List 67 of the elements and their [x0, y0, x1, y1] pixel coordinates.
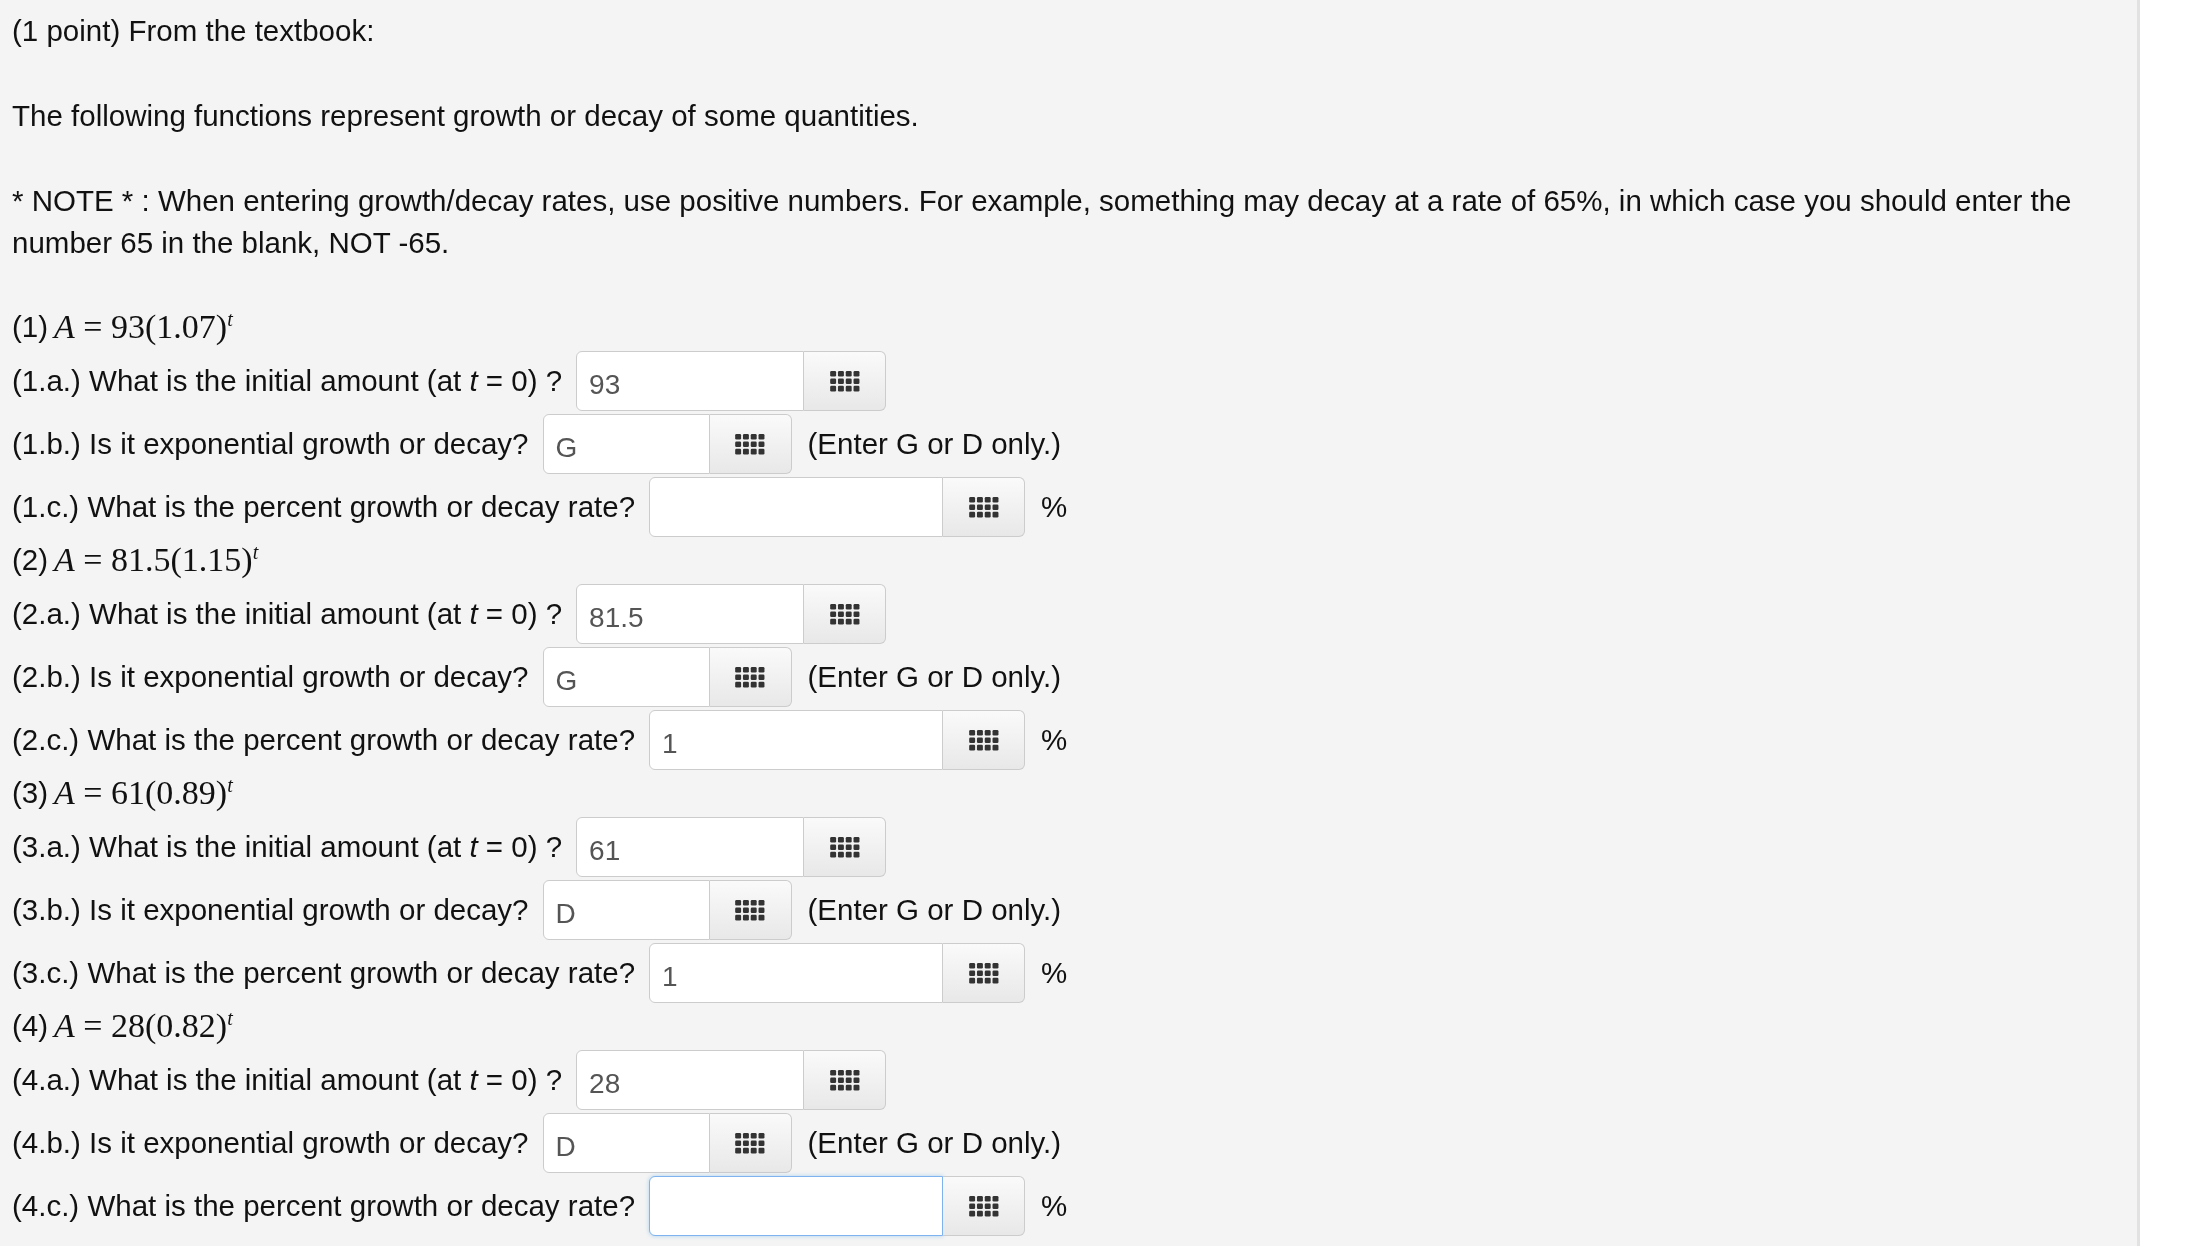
answer-hint: % — [1041, 1189, 1068, 1223]
equation-editor-button[interactable] — [943, 710, 1026, 770]
formula: A = 93(1.07)$^{t}$ — [54, 307, 233, 347]
equation-editor-button[interactable] — [804, 1050, 887, 1110]
grid-icon — [968, 1195, 999, 1217]
question-text: (4.a.) What is the initial amount (at t = 0) ? — [12, 1063, 563, 1097]
formula: A = 28(0.82)$^{t}$ — [54, 1006, 233, 1046]
grid-icon — [829, 370, 860, 392]
answer-field[interactable]: 28 — [576, 1050, 805, 1110]
grid-icon — [735, 666, 766, 688]
grid-icon — [968, 496, 999, 518]
answer-field[interactable]: 93 — [576, 351, 805, 411]
problem-number: (2) — [12, 543, 49, 577]
equation-editor-button[interactable] — [943, 1176, 1026, 1236]
grid-icon — [829, 1069, 860, 1091]
equation-editor-button[interactable] — [943, 477, 1026, 537]
grid-icon — [829, 603, 860, 625]
answer-hint: % — [1041, 490, 1068, 524]
answer-field[interactable]: G — [542, 414, 710, 474]
grid-icon — [829, 836, 860, 858]
answer-field[interactable]: 61 — [576, 817, 805, 877]
grid-icon — [735, 899, 766, 921]
answer-field[interactable]: 1 — [649, 710, 944, 770]
question-text: (3.a.) What is the initial amount (at t = 0) ? — [12, 830, 563, 864]
equation-editor-button[interactable] — [709, 647, 792, 707]
question-text: (4.c.) What is the percent growth or decay rate? — [12, 1189, 636, 1223]
answer-field[interactable]: D — [542, 880, 710, 940]
equation-editor-button[interactable] — [804, 817, 887, 877]
question-text: (2.c.) What is the percent growth or decay rate? — [12, 723, 636, 757]
question-text: (1.b.) Is it exponential growth or decay? — [12, 427, 529, 461]
grid-icon — [968, 962, 999, 984]
question-text: (1.a.) What is the initial amount (at t = 0) ? — [12, 364, 563, 398]
answer-hint: (Enter G or D only.) — [807, 1126, 1062, 1160]
answer-field[interactable]: 81.5 — [576, 584, 805, 644]
equation-editor-button[interactable] — [709, 1113, 792, 1173]
answer-hint: % — [1041, 956, 1068, 990]
problem-number: (3) — [12, 776, 49, 810]
grid-icon — [735, 1132, 766, 1154]
problem-heading: (1 point) From the textbook: — [12, 13, 376, 49]
grid-icon — [968, 729, 999, 751]
equation-editor-button[interactable] — [804, 584, 887, 644]
question-text: (2.a.) What is the initial amount (at t = 0) ? — [12, 597, 563, 631]
answer-field[interactable] — [649, 1176, 944, 1236]
answer-field[interactable]: D — [542, 1113, 710, 1173]
formula: A = 81.5(1.15)$^{t}$ — [54, 540, 259, 580]
question-text: (3.b.) Is it exponential growth or decay? — [12, 893, 529, 927]
answer-hint: (Enter G or D only.) — [807, 893, 1062, 927]
answer-hint: (Enter G or D only.) — [807, 660, 1062, 694]
intro-text: The following functions represent growth or decay of some quantities. — [12, 98, 920, 134]
formula: A = 61(0.89)$^{t}$ — [54, 773, 233, 813]
problem-number: (1) — [12, 310, 49, 344]
note-text: * NOTE * : When entering growth/decay rates, use positive numbers. For example, something may decay at a rate of 65%, in which case you should enter the number 65 in the blank, NOT -65. — [12, 183, 2073, 261]
equation-editor-button[interactable] — [943, 943, 1026, 1003]
equation-editor-button[interactable] — [709, 414, 792, 474]
answer-field[interactable] — [649, 477, 944, 537]
answer-field[interactable]: G — [542, 647, 710, 707]
question-text: (3.c.) What is the percent growth or decay rate? — [12, 956, 636, 990]
equation-editor-button[interactable] — [804, 351, 887, 411]
question-text: (1.c.) What is the percent growth or decay rate? — [12, 490, 636, 524]
answer-hint: % — [1041, 723, 1068, 757]
question-text: (2.b.) Is it exponential growth or decay? — [12, 660, 529, 694]
grid-icon — [735, 433, 766, 455]
answer-hint: (Enter G or D only.) — [807, 427, 1062, 461]
problem-number: (4) — [12, 1009, 49, 1043]
answer-field[interactable]: 1 — [649, 943, 944, 1003]
equation-editor-button[interactable] — [709, 880, 792, 940]
question-text: (4.b.) Is it exponential growth or decay? — [12, 1126, 529, 1160]
